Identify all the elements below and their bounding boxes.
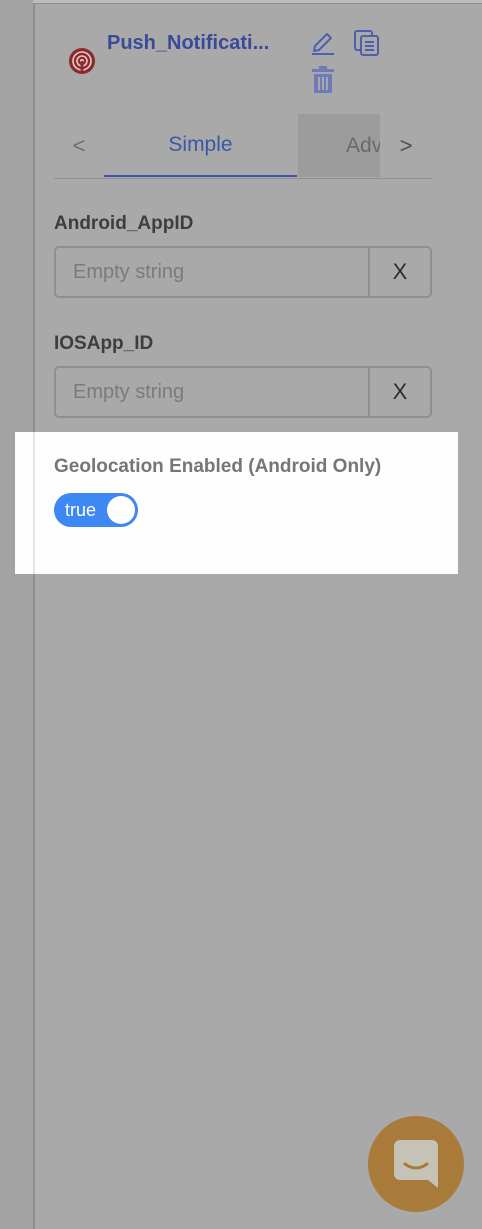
chat-icon: [394, 1140, 438, 1188]
toggle-knob: [107, 496, 135, 524]
android-appid-label: Android_AppID: [54, 213, 194, 234]
tab-simple[interactable]: Simple: [104, 114, 297, 177]
tab-label: Simple: [168, 132, 233, 156]
geolocation-label: Geolocation Enabled (Android Only): [54, 456, 382, 477]
toggle-state-text: true: [65, 500, 97, 520]
ios-appid-label: IOSApp_ID: [54, 333, 154, 354]
component-title: Push_Notificati...: [107, 32, 270, 54]
trash-icon[interactable]: [311, 66, 335, 94]
tab-scroll-left[interactable]: <: [54, 114, 104, 177]
chevron-left-icon: <: [72, 132, 86, 158]
broadcast-icon: [68, 47, 96, 75]
close-icon: X: [392, 259, 408, 284]
ios-appid-input[interactable]: [56, 368, 368, 416]
android-appid-clear-button[interactable]: X: [368, 248, 430, 296]
copy-icon[interactable]: [353, 29, 381, 57]
section-divider: [33, 432, 35, 574]
pencil-icon[interactable]: [310, 29, 336, 55]
tab-label: Adv: [346, 133, 380, 157]
chat-launcher-button[interactable]: [368, 1116, 464, 1212]
properties-panel: [33, 3, 482, 1229]
property-tabs: < Simple Adv >: [54, 114, 432, 179]
android-appid-input[interactable]: [56, 248, 368, 296]
ios-appid-clear-button[interactable]: X: [368, 368, 430, 416]
ios-appid-field: X: [54, 366, 432, 418]
geolocation-toggle[interactable]: true: [54, 493, 138, 527]
tab-advanced[interactable]: Adv: [298, 114, 380, 177]
canvas-edge: [0, 0, 33, 1229]
tab-scroll-right[interactable]: >: [380, 114, 432, 177]
chevron-right-icon: >: [399, 132, 413, 158]
android-appid-field: X: [54, 246, 432, 298]
geolocation-section: Geolocation Enabled (Android Only) true: [15, 432, 458, 574]
close-icon: X: [392, 379, 408, 404]
